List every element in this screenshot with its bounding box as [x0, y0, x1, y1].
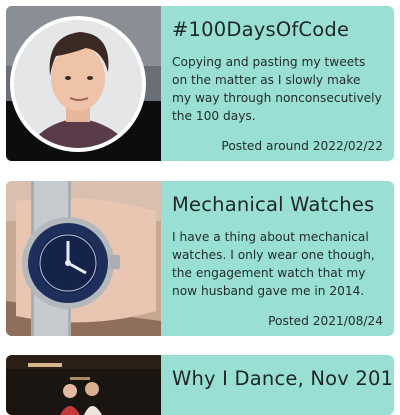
- post-excerpt: Copying and pasting my tweets on the mat…: [172, 55, 382, 123]
- post-excerpt: I have a thing about mechanical watches.…: [172, 230, 375, 298]
- post-card-100-days-of-code[interactable]: #100DaysOfCode Copying and pasting my tw…: [6, 6, 394, 161]
- post-date: Posted 2021/08/24: [268, 314, 383, 328]
- post-thumbnail-watch[interactable]: [6, 181, 161, 336]
- post-title[interactable]: Why I Dance, Nov 2012: [172, 367, 394, 390]
- post-thumbnail-avatar[interactable]: [6, 6, 161, 161]
- post-title[interactable]: Mechanical Watches: [172, 193, 383, 216]
- wristwatch-photo: [6, 181, 161, 336]
- post-title[interactable]: #100DaysOfCode: [172, 18, 383, 41]
- post-card-mechanical-watches[interactable]: Mechanical Watches I have a thing about …: [6, 181, 394, 336]
- post-thumbnail-dance[interactable]: [6, 355, 161, 415]
- dance-photo: [6, 355, 161, 415]
- post-date: Posted around 2022/02/22: [221, 139, 383, 153]
- avatar-image: [6, 6, 161, 161]
- post-card-why-i-dance[interactable]: Why I Dance, Nov 2012: [6, 355, 394, 415]
